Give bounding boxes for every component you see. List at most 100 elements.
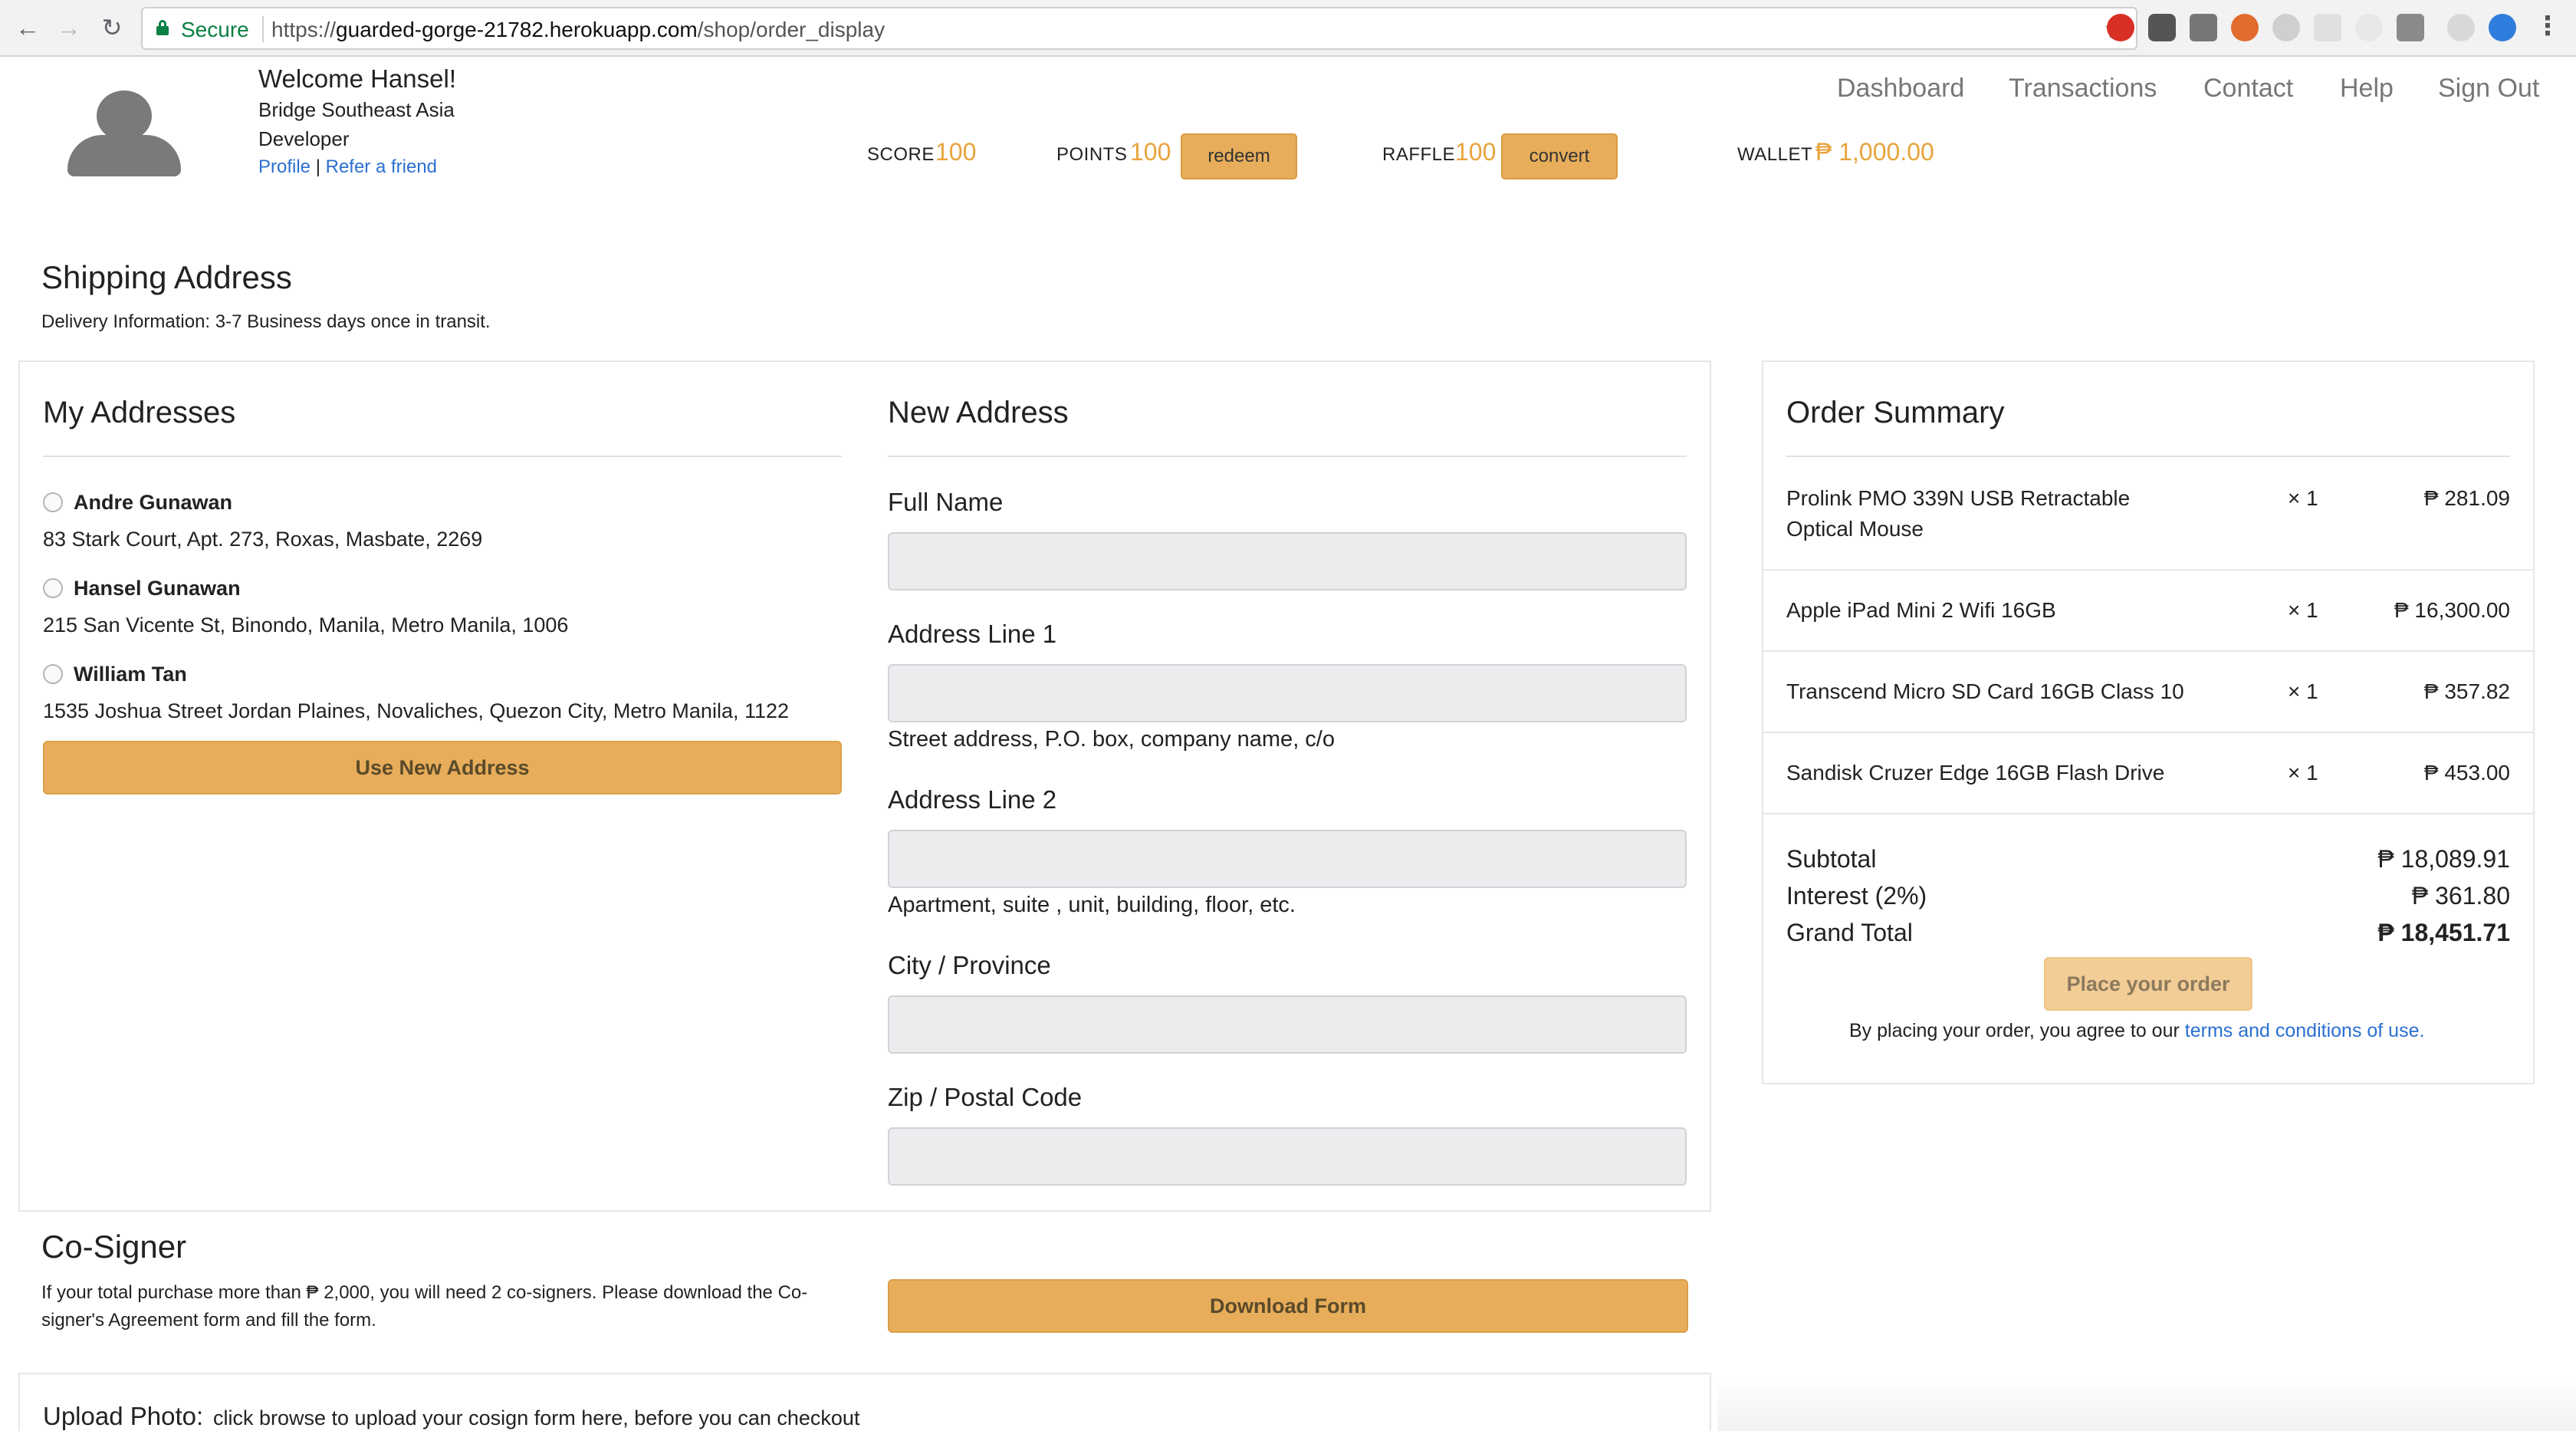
raffle-value: 100 (1455, 138, 1497, 166)
redeem-button[interactable]: redeem (1181, 133, 1297, 179)
my-addresses-divider (43, 456, 842, 457)
score-label: SCORE (867, 144, 935, 165)
score-value: 100 (935, 138, 977, 166)
order-item-price: ₱ 281.09 (2423, 486, 2510, 510)
address-name-3: William Tan (74, 663, 187, 686)
nav-contact[interactable]: Contact (2203, 74, 2293, 104)
interest-value: ₱ 361.80 (2411, 882, 2510, 910)
full-name-input[interactable] (888, 532, 1687, 590)
order-summary-title: Order Summary (1786, 396, 2005, 429)
stamp-extension-icon[interactable] (2397, 14, 2424, 41)
nav-help[interactable]: Help (2340, 74, 2394, 104)
profile-links: Profile | Refer a friend (258, 156, 437, 178)
cosigner-text-line: signer's Agreement form and fill the for… (41, 1310, 376, 1331)
secure-label: Secure (181, 18, 249, 41)
address-line1-input[interactable] (888, 664, 1687, 722)
address-line-1: 83 Stark Court, Apt. 273, Roxas, Masbate… (43, 528, 483, 551)
order-summary-divider (1786, 456, 2510, 457)
camera-extension-icon[interactable] (2190, 14, 2217, 41)
forward-icon[interactable]: → (54, 12, 84, 43)
order-item-qty: × 1 (2288, 598, 2318, 622)
company-name: Bridge Southeast Asia (258, 98, 455, 121)
grand-total-label: Grand Total (1786, 919, 1913, 946)
link-separator: | (315, 156, 320, 177)
city-province-label: City / Province (888, 951, 1051, 979)
browser-toolbar: ← → ↻ Secure https://guarded-gorge-21782… (0, 0, 2576, 57)
nav-dashboard[interactable]: Dashboard (1837, 74, 1964, 104)
upload-title: Upload Photo: (43, 1402, 204, 1430)
clock-extension-icon[interactable] (2447, 14, 2475, 41)
order-item-price: ₱ 357.82 (2423, 679, 2510, 703)
my-addresses-title: My Addresses (43, 396, 236, 429)
url-divider (262, 16, 264, 42)
order-item-name: Prolink PMO 339N USB Retractable Optical … (1786, 483, 2130, 544)
address-line1-label: Address Line 1 (888, 620, 1057, 648)
wallet-value: ₱ 1,000.00 (1815, 138, 1934, 166)
wallet-label: WALLET (1737, 144, 1813, 165)
scroll-shadow (1717, 1380, 2576, 1431)
download-form-button[interactable]: Download Form (888, 1279, 1688, 1333)
zip-code-input[interactable] (888, 1127, 1687, 1186)
vpn-extension-icon[interactable] (2489, 14, 2516, 41)
nav-sign-out[interactable]: Sign Out (2438, 74, 2539, 104)
nav-transactions[interactable]: Transactions (2009, 74, 2157, 104)
interest-label: Interest (2%) (1786, 882, 1927, 910)
order-item-price: ₱ 16,300.00 (2394, 598, 2510, 622)
use-new-address-button[interactable]: Use New Address (43, 741, 842, 794)
address-radio-1[interactable] (43, 492, 63, 512)
order-item-name: Transcend Micro SD Card 16GB Class 10 (1786, 679, 2184, 703)
address-name-1: Andre Gunawan (74, 491, 233, 514)
points-value: 100 (1130, 138, 1171, 166)
reload-icon[interactable]: ↻ (97, 12, 127, 43)
place-order-button[interactable]: Place your order (2044, 957, 2252, 1011)
order-item-qty: × 1 (2288, 761, 2318, 785)
order-item-qty: × 1 (2288, 486, 2318, 510)
address-line2-input[interactable] (888, 830, 1687, 888)
zip-code-label: Zip / Postal Code (888, 1083, 1083, 1111)
ghost-extension-icon[interactable] (2148, 14, 2176, 41)
welcome-text: Welcome Hansel! (258, 64, 456, 93)
back-icon[interactable]: ← (12, 12, 43, 43)
order-item-name-line: Optical Mouse (1786, 517, 1924, 541)
address-line2-label: Address Line 2 (888, 785, 1057, 814)
subtotal-label: Subtotal (1786, 845, 1877, 873)
order-row-divider (1762, 650, 2533, 652)
order-row-divider (1762, 732, 2533, 733)
delivery-info: Delivery Information: 3-7 Business days … (41, 311, 491, 332)
opera-extension-icon[interactable] (2107, 14, 2134, 41)
refer-friend-link[interactable]: Refer a friend (326, 156, 437, 177)
terms-agreement: By placing your order, you agree to our … (1849, 1020, 2424, 1042)
order-item-name: Apple iPad Mini 2 Wifi 16GB (1786, 598, 2056, 622)
subtotal-value: ₱ 18,089.91 (2377, 845, 2510, 873)
full-name-label: Full Name (888, 488, 1004, 516)
address-radio-3[interactable] (43, 664, 63, 684)
json-extension-icon[interactable] (2272, 14, 2300, 41)
profile-link[interactable]: Profile (258, 156, 310, 177)
grand-total-value: ₱ 18,451.71 (2377, 919, 2510, 946)
address-line2-help: Apartment, suite , unit, building, floor… (888, 893, 1296, 917)
convert-button[interactable]: convert (1501, 133, 1618, 179)
points-label: POINTS (1056, 144, 1128, 165)
cosigner-text: If your total purchase more than ₱ 2,000… (41, 1279, 854, 1334)
url-text[interactable]: https://guarded-gorge-21782.herokuapp.co… (271, 18, 885, 42)
new-address-divider (888, 456, 1687, 457)
puzzle-extension-icon[interactable] (2355, 14, 2383, 41)
order-item-price: ₱ 453.00 (2423, 761, 2510, 785)
city-province-input[interactable] (888, 995, 1687, 1054)
address-bar[interactable]: Secure https://guarded-gorge-21782.herok… (141, 7, 2137, 50)
address-name-2: Hansel Gunawan (74, 577, 241, 600)
address-line-2: 215 San Vicente St, Binondo, Manila, Met… (43, 614, 569, 637)
cosigner-title: Co-Signer (41, 1229, 187, 1265)
order-item-name-line: Prolink PMO 339N USB Retractable (1786, 486, 2131, 510)
grid-extension-icon[interactable] (2314, 14, 2341, 41)
mask-extension-icon[interactable] (2231, 14, 2259, 41)
address-radio-2[interactable] (43, 578, 63, 598)
raffle-label: RAFFLE (1382, 144, 1456, 165)
address-line-3: 1535 Joshua Street Jordan Plaines, Noval… (43, 699, 790, 722)
terms-link[interactable]: terms and conditions of use. (2185, 1020, 2425, 1041)
browser-menu-icon[interactable]: ⋮ (2535, 9, 2561, 43)
terms-agreement-text: By placing your order, you agree to our (1849, 1020, 2185, 1041)
address-line1-help: Street address, P.O. box, company name, … (888, 727, 1335, 752)
new-address-title: New Address (888, 396, 1069, 429)
url-path: /shop/order_display (697, 18, 886, 41)
